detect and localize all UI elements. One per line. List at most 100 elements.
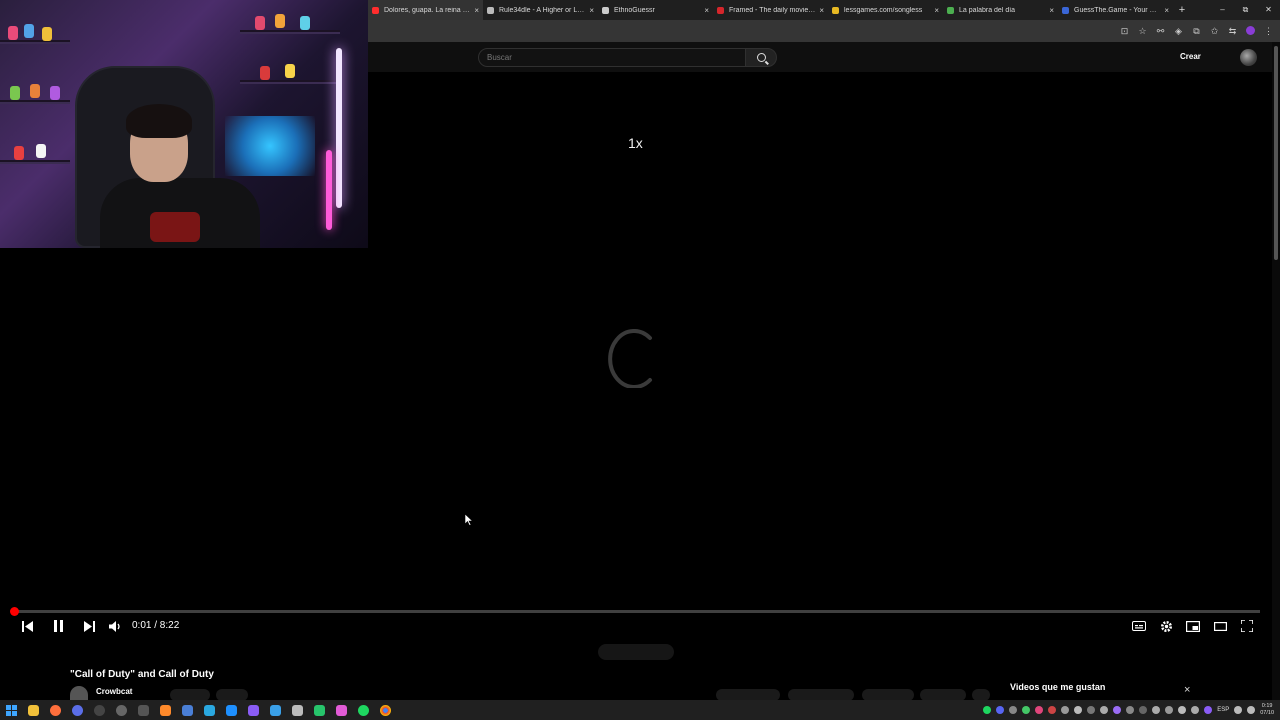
volume-button[interactable] (108, 619, 122, 633)
shelf (0, 160, 70, 164)
taskbar-app[interactable] (154, 700, 176, 720)
tab-label: Framed - The daily movie gu (729, 6, 816, 14)
miniplayer-icon (1186, 620, 1200, 632)
create-button[interactable]: Crear (1180, 52, 1201, 61)
system-tray: ESP 0:19 07/10 (983, 700, 1274, 720)
tray-app-icon[interactable] (1165, 706, 1174, 714)
tab-close-icon[interactable]: × (589, 6, 594, 15)
taskbar-app[interactable] (110, 700, 132, 720)
start-button[interactable] (0, 700, 22, 720)
taskbar-app[interactable] (330, 700, 352, 720)
tab-favicon-icon (602, 6, 609, 14)
tray-app-icon[interactable] (1074, 706, 1083, 714)
taskbar-app[interactable] (66, 700, 88, 720)
tab-close-icon[interactable]: × (934, 6, 939, 15)
sidebar-icon[interactable]: ⇆ (1227, 26, 1238, 37)
tray-app-icon[interactable] (1191, 706, 1200, 714)
channel-name[interactable]: Crowbcat (96, 687, 132, 696)
tray-app-icon[interactable] (1204, 706, 1213, 714)
tab-label: lessgames.com/songless (844, 6, 923, 14)
pause-button[interactable] (51, 619, 65, 633)
taskbar-app[interactable] (176, 700, 198, 720)
new-tab-button[interactable]: + (1173, 4, 1191, 16)
shield-extension-icon[interactable]: ◈ (1173, 26, 1184, 37)
extensions-puzzle-icon[interactable]: ⧉ (1191, 26, 1202, 37)
tab-close-icon[interactable]: × (474, 6, 479, 15)
scrollbar-thumb[interactable] (1274, 46, 1278, 260)
tab-close-icon[interactable]: × (819, 6, 824, 15)
language-indicator[interactable]: ESP (1217, 707, 1229, 713)
browser-tab[interactable]: lessgames.com/songless × (828, 0, 943, 20)
tab-label: GuessThe.Game - Your daily v (1074, 6, 1161, 14)
install-app-icon[interactable]: ⊡ (1119, 26, 1130, 37)
channel-avatar[interactable] (70, 686, 88, 700)
taskbar-app[interactable] (286, 700, 308, 720)
previous-button[interactable] (20, 619, 34, 633)
tab-close-icon[interactable]: × (1049, 6, 1054, 15)
menu-dots-icon[interactable]: ⋮ (1263, 26, 1274, 37)
close-window-button[interactable]: ✕ (1257, 0, 1280, 20)
wifi-icon[interactable] (1234, 706, 1243, 714)
minimize-button[interactable]: – (1211, 0, 1234, 20)
extension-icon[interactable]: ⚯ (1155, 26, 1166, 37)
progress-bar[interactable] (12, 610, 1260, 613)
chrome-button[interactable] (374, 700, 396, 720)
fullscreen-button[interactable] (1239, 619, 1255, 633)
tray-app-icon[interactable] (1035, 706, 1044, 714)
maximize-button[interactable]: ⧉ (1234, 0, 1257, 20)
tray-app-icon[interactable] (1126, 706, 1135, 714)
tab-label: Rule34dle - A Higher or Lower (499, 6, 586, 14)
mouse-cursor-icon (465, 514, 473, 526)
browser-tab[interactable]: Framed - The daily movie gu × (713, 0, 828, 20)
neon-light (326, 150, 332, 230)
miniplayer-button[interactable] (1185, 619, 1201, 633)
tray-spotify-icon[interactable] (983, 706, 992, 714)
settings-button[interactable] (1158, 619, 1174, 633)
tray-app-icon[interactable] (1061, 706, 1070, 714)
tray-app-icon[interactable] (1087, 706, 1096, 714)
person-hair (126, 104, 192, 138)
taskbar-app[interactable] (198, 700, 220, 720)
chrome-icon (379, 704, 391, 716)
tray-app-icon[interactable] (1022, 706, 1031, 714)
tray-app-icon[interactable] (1009, 706, 1018, 714)
next-button[interactable] (82, 619, 96, 633)
taskbar-app[interactable] (220, 700, 242, 720)
tray-app-icon[interactable] (1152, 706, 1161, 714)
tray-app-icon[interactable] (1113, 706, 1122, 714)
playlist-close-icon[interactable]: × (1184, 684, 1190, 696)
avatar[interactable] (1240, 49, 1257, 66)
search-button[interactable] (745, 48, 777, 67)
tray-app-icon[interactable] (1048, 706, 1057, 714)
clock[interactable]: 0:19 07/10 (1260, 703, 1274, 717)
search-input[interactable]: Buscar (478, 48, 746, 67)
tray-app-icon[interactable] (996, 706, 1005, 714)
tray-app-icon[interactable] (1139, 706, 1148, 714)
search-taskbar-button[interactable] (44, 700, 66, 720)
taskbar-app[interactable] (242, 700, 264, 720)
tab-close-icon[interactable]: × (1164, 6, 1169, 15)
tray-app-icon[interactable] (1178, 706, 1187, 714)
bookmark-star-icon[interactable]: ☆ (1137, 26, 1148, 37)
file-explorer-button[interactable] (22, 700, 44, 720)
theater-mode-button[interactable] (1212, 619, 1228, 633)
tray-app-icon[interactable] (1100, 706, 1109, 714)
browser-tab[interactable]: GuessThe.Game - Your daily v × (1058, 0, 1173, 20)
browser-tab[interactable]: Rule34dle - A Higher or Lower × (483, 0, 598, 20)
browser-tab[interactable]: Dolores, guapa. La reina del f × (368, 0, 483, 20)
speaker-icon[interactable] (1247, 706, 1256, 714)
spotify-button[interactable] (352, 700, 374, 720)
tab-favicon-icon (947, 6, 954, 14)
taskbar-app[interactable] (308, 700, 330, 720)
browser-tab[interactable]: EthnoGuessr × (598, 0, 713, 20)
tab-close-icon[interactable]: × (704, 6, 709, 15)
tab-favicon-icon (372, 6, 379, 14)
browser-tab[interactable]: La palabra del día × (943, 0, 1058, 20)
taskbar-app[interactable] (264, 700, 286, 720)
profile-extension-icon[interactable] (1245, 25, 1256, 37)
taskbar-app[interactable] (88, 700, 110, 720)
subtitles-button[interactable] (1131, 619, 1147, 633)
favorites-icon[interactable]: ✩ (1209, 26, 1220, 37)
clock-time: 0:19 (1261, 703, 1273, 709)
taskbar-app[interactable] (132, 700, 154, 720)
